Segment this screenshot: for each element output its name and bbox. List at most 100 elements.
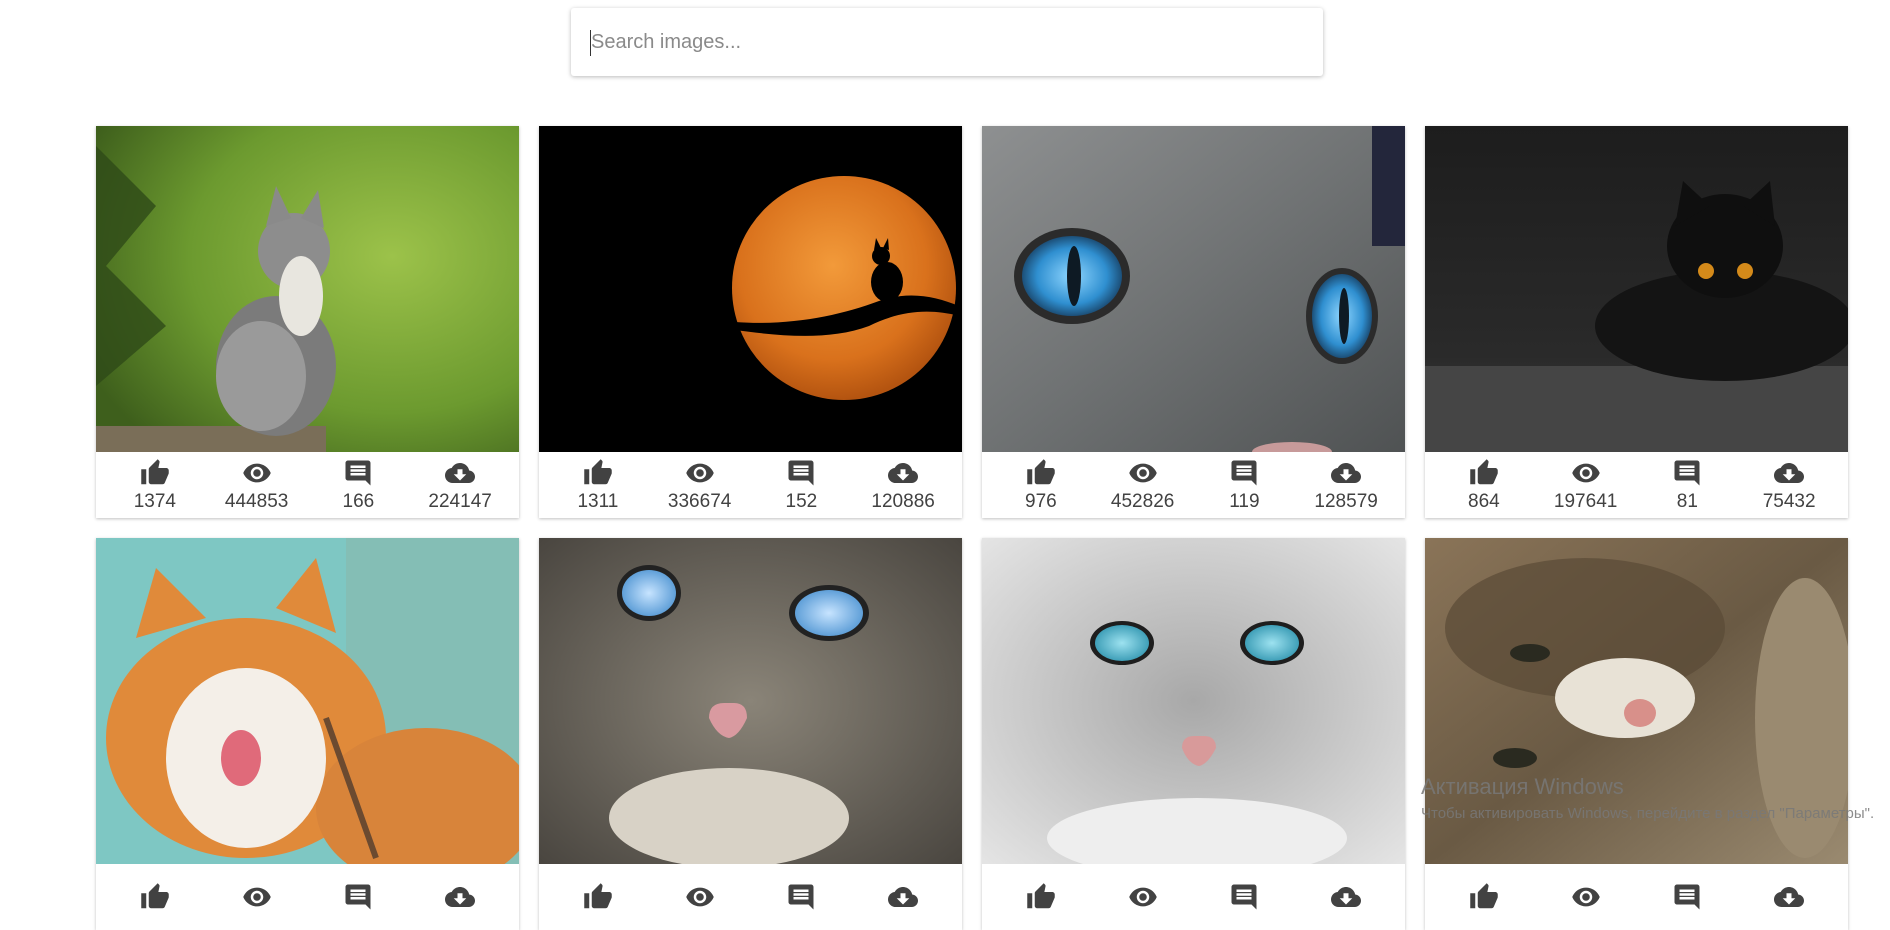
comments-stat: 81 <box>1647 458 1727 513</box>
downloads-stat <box>1749 882 1829 912</box>
views-stat: 444853 <box>217 458 297 513</box>
views-stat <box>1546 882 1626 912</box>
views-stat: 452826 <box>1103 458 1183 513</box>
thumb-up-icon <box>584 458 612 484</box>
image-thumbnail[interactable] <box>539 538 962 864</box>
image-thumbnail[interactable] <box>96 538 519 864</box>
thumb-up-icon <box>1470 883 1498 909</box>
likes-stat <box>1444 882 1524 912</box>
image-stats: 864 197641 81 75432 <box>1425 452 1848 518</box>
eye-icon <box>1571 463 1600 482</box>
likes-stat: 1311 <box>558 458 638 513</box>
thumb-up-icon <box>1027 883 1055 909</box>
comments-stat <box>761 882 841 912</box>
image-card <box>982 538 1405 930</box>
downloads-stat: 120886 <box>863 458 943 513</box>
eye-icon <box>242 463 271 482</box>
downloads-count: 75432 <box>1762 490 1816 512</box>
downloads-stat <box>420 882 500 912</box>
eye-icon <box>1128 463 1157 482</box>
likes-stat: 1374 <box>115 458 195 513</box>
image-card <box>1425 538 1848 930</box>
comment-icon <box>788 884 814 910</box>
downloads-count: 224147 <box>428 490 492 512</box>
comments-count: 166 <box>342 490 375 512</box>
image-card: 1374 444853 166 224147 <box>96 126 519 518</box>
eye-icon <box>242 887 271 907</box>
views-stat: 197641 <box>1546 458 1626 513</box>
views-count: 452826 <box>1110 490 1175 512</box>
cloud-download-icon <box>445 462 476 483</box>
comments-count: 81 <box>1676 490 1698 512</box>
views-count: 336674 <box>667 490 732 512</box>
cloud-download-icon <box>1331 887 1362 907</box>
comments-stat <box>1204 882 1284 912</box>
likes-count: 976 <box>1025 490 1057 512</box>
comment-icon <box>1231 884 1257 910</box>
image-stats: 976 452826 119 128579 <box>982 452 1405 518</box>
image-thumbnail[interactable] <box>539 126 962 452</box>
cloud-download-icon <box>888 462 919 483</box>
comment-icon <box>788 460 814 485</box>
cloud-download-icon <box>445 887 476 907</box>
views-count: 197641 <box>1553 490 1618 512</box>
cloud-download-icon <box>1774 462 1805 483</box>
views-count: 444853 <box>224 490 289 512</box>
comments-stat: 166 <box>318 458 398 513</box>
downloads-stat: 128579 <box>1306 458 1386 513</box>
thumb-up-icon <box>1027 458 1055 484</box>
thumb-up-icon <box>141 458 169 484</box>
downloads-count: 128579 <box>1314 490 1378 512</box>
downloads-stat: 75432 <box>1749 458 1829 513</box>
downloads-count: 120886 <box>871 490 935 512</box>
image-card: 864 197641 81 75432 <box>1425 126 1848 518</box>
image-card <box>96 538 519 930</box>
comment-icon <box>345 460 371 485</box>
image-stats <box>539 864 962 930</box>
likes-count: 1374 <box>133 490 177 512</box>
likes-stat: 976 <box>1001 458 1081 513</box>
image-card: 976 452826 119 128579 <box>982 126 1405 518</box>
image-stats: 1311 336674 152 120886 <box>539 452 962 518</box>
image-thumbnail[interactable] <box>982 126 1405 452</box>
image-grid: 1374 444853 166 224147 1311 336674 152 1… <box>96 126 1848 930</box>
comment-icon <box>1674 884 1700 910</box>
likes-stat <box>1001 882 1081 912</box>
search-input[interactable] <box>571 8 1323 76</box>
thumb-up-icon <box>584 883 612 909</box>
image-card <box>539 538 962 930</box>
likes-count: 1311 <box>577 490 619 512</box>
image-thumbnail[interactable] <box>982 538 1405 864</box>
comments-count: 152 <box>785 490 818 512</box>
comments-stat <box>318 882 398 912</box>
image-thumbnail[interactable] <box>1425 538 1848 864</box>
downloads-stat <box>863 882 943 912</box>
likes-count: 864 <box>1468 490 1500 512</box>
downloads-stat <box>1306 882 1386 912</box>
views-stat <box>1103 882 1183 912</box>
likes-stat <box>558 882 638 912</box>
image-stats: 1374 444853 166 224147 <box>96 452 519 518</box>
cloud-download-icon <box>1331 462 1362 483</box>
downloads-stat: 224147 <box>420 458 500 513</box>
likes-stat: 864 <box>1444 458 1524 513</box>
thumb-up-icon <box>141 883 169 909</box>
image-thumbnail[interactable] <box>1425 126 1848 452</box>
comment-icon <box>1231 460 1257 485</box>
image-thumbnail[interactable] <box>96 126 519 452</box>
image-card: 1311 336674 152 120886 <box>539 126 962 518</box>
eye-icon <box>685 463 714 482</box>
views-stat <box>660 882 740 912</box>
views-stat <box>217 882 297 912</box>
comment-icon <box>1674 460 1700 485</box>
eye-icon <box>1571 887 1600 907</box>
image-stats <box>982 864 1405 930</box>
eye-icon <box>1128 887 1157 907</box>
text-caret <box>590 30 591 56</box>
cloud-download-icon <box>888 887 919 907</box>
cloud-download-icon <box>1774 887 1805 907</box>
search-box <box>571 8 1323 76</box>
views-stat: 336674 <box>660 458 740 513</box>
comments-count: 119 <box>1229 490 1260 512</box>
comments-stat: 119 <box>1204 458 1284 513</box>
